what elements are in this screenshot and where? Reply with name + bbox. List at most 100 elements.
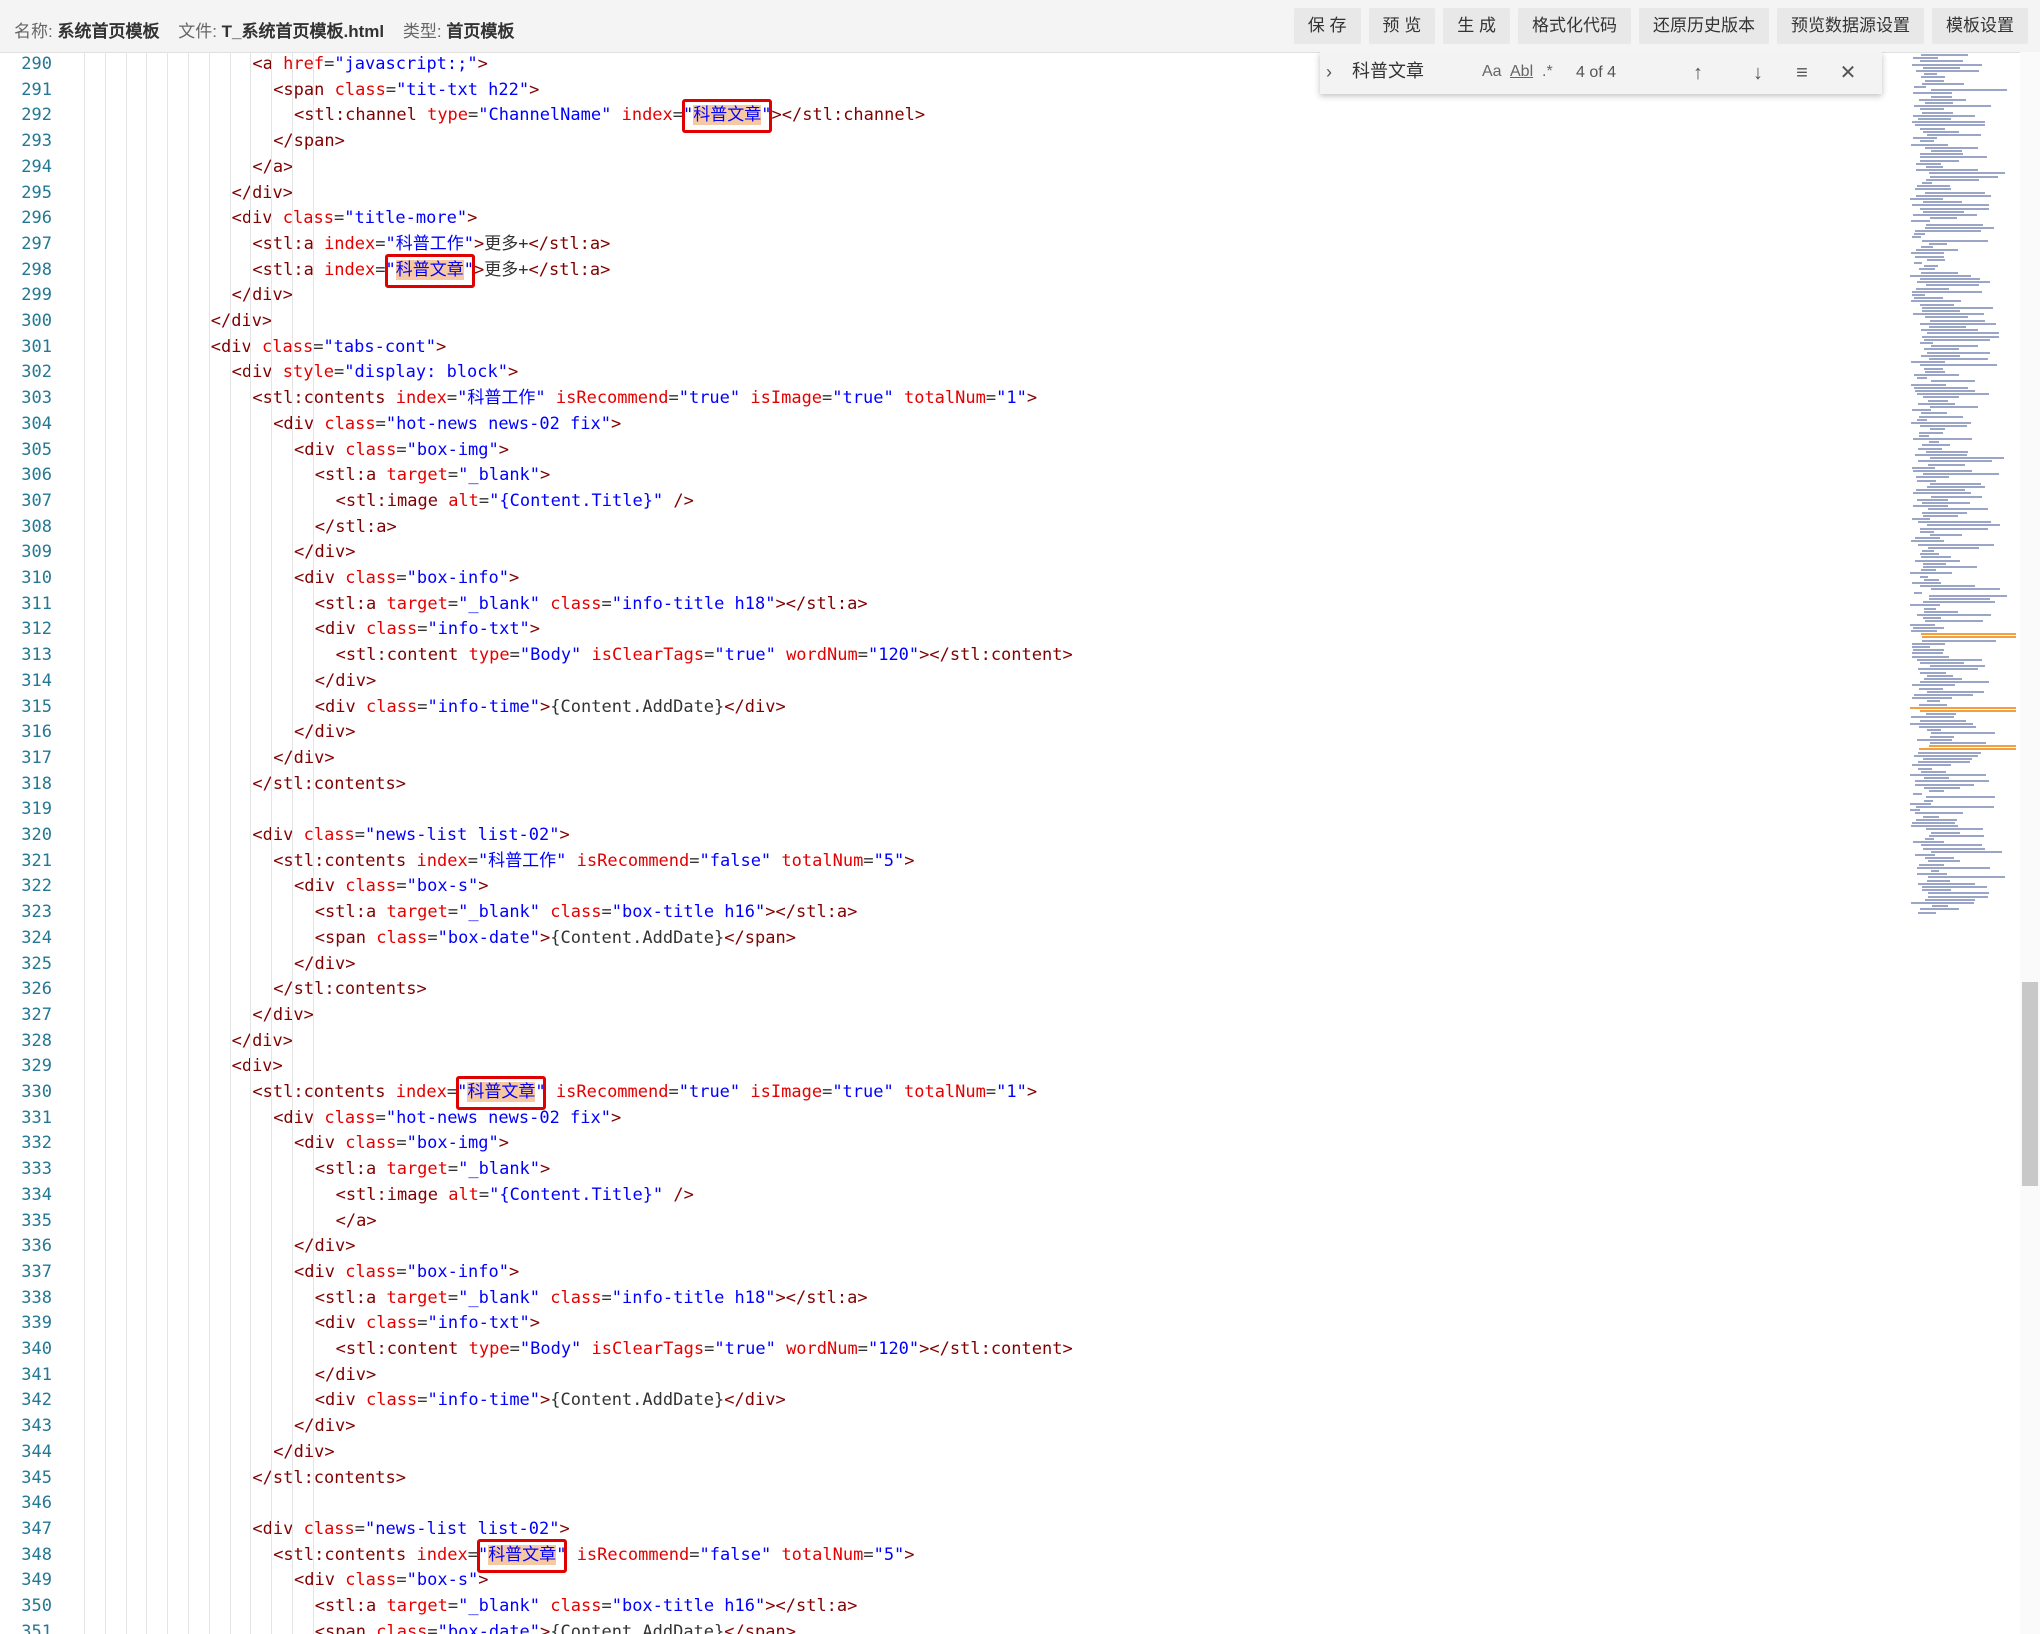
indent-guide (167, 52, 169, 1634)
minimap-line (1921, 246, 1933, 248)
top-bar: 名称: 系统首页模板 文件: T_系统首页模板.html 类型: 首页模板 保 … (0, 0, 2040, 53)
type-value: 首页模板 (446, 22, 515, 41)
minimap-line (1911, 902, 1974, 904)
minimap-line (1929, 790, 1944, 792)
save-button[interactable]: 保 存 (1293, 8, 1361, 44)
code-line: <stl:contents index="科普工作" isRecommend="… (252, 388, 1038, 409)
minimap-line (1922, 111, 1953, 114)
line-number: 297 (21, 233, 52, 254)
minimap-line (1930, 665, 1985, 668)
name-label: 名称: (14, 22, 53, 41)
minimap-line (1925, 316, 1968, 319)
preview-button[interactable]: 预 览 (1368, 8, 1436, 44)
line-number: 296 (21, 208, 52, 229)
minimap-line (1910, 198, 1943, 200)
vertical-scrollbar[interactable] (2020, 52, 2040, 1634)
minimap-line (1922, 511, 1967, 514)
minimap-line (1923, 758, 1972, 760)
restore-history-button[interactable]: 还原历史版本 (1639, 8, 1769, 44)
minimap-line (1912, 646, 1930, 648)
minimap-line (1924, 610, 1958, 613)
minimap-line (1914, 233, 1925, 236)
code-line: <stl:a target="_blank"> (314, 465, 551, 486)
minimap-line (1920, 207, 1989, 210)
toolbar: 保 存 预 览 生 成 格式化代码 还原历史版本 预览数据源设置 模板设置 (1286, 8, 2028, 44)
code-line: <div class="box-s"> (294, 1570, 489, 1591)
arrow-up-icon[interactable]: ↑ (1684, 58, 1712, 88)
minimap-line (1911, 361, 1945, 364)
annotation-highlight-box (456, 1076, 547, 1110)
generate-button[interactable]: 生 成 (1443, 8, 1510, 44)
minimap-line (1921, 844, 1982, 847)
indent-guide (271, 52, 273, 1634)
toggle-replace-icon[interactable]: › (1326, 62, 1332, 83)
minimap-line (1922, 310, 1960, 312)
code-line: <a href="javascript:;"> (252, 54, 488, 74)
minimap-line (1918, 668, 1978, 671)
minimap-line (1929, 326, 1966, 328)
minimap-line (1917, 866, 1990, 869)
minimap-line (1921, 770, 1946, 773)
code-line: </a> (335, 1210, 377, 1231)
format-code-button[interactable]: 格式化代码 (1518, 8, 1631, 44)
minimap-line (1920, 908, 1959, 911)
minimap-line (1913, 313, 1984, 316)
minimap-line (1912, 290, 1982, 293)
minimap-line (1925, 102, 1953, 104)
code-line: <stl:a target="_blank" class="box-title … (314, 902, 858, 923)
minimap-line (1931, 495, 1982, 498)
line-number: 323 (21, 902, 52, 923)
minimap-line (1930, 735, 1954, 738)
minimap-line (1912, 294, 1925, 296)
minimap-line (1919, 431, 1943, 434)
preview-datasource-settings-button[interactable]: 预览数据源设置 (1777, 8, 1924, 44)
code-line: <stl:content type="Body" isClearTags="tr… (335, 1339, 1073, 1359)
minimap-line (1914, 694, 1973, 696)
close-icon[interactable]: ✕ (1834, 58, 1862, 88)
line-number: 343 (21, 1416, 52, 1437)
indent-guide (229, 52, 231, 1634)
minimap-line (1930, 175, 1998, 178)
minimap-line (1916, 249, 1958, 252)
line-number: 302 (21, 362, 52, 383)
minimap-line (1925, 226, 1994, 229)
minimap-line (1927, 332, 1999, 335)
code-line: <span class="box-date">{Content.AddDate}… (314, 927, 796, 948)
minimap-line (1913, 626, 1944, 629)
line-number: 328 (21, 1030, 52, 1051)
minimap-line (1910, 809, 1920, 812)
minimap-line (1922, 550, 1934, 552)
minimap-line (1923, 473, 1999, 476)
code-line: <stl:a target="_blank" class="info-title… (314, 593, 868, 614)
code-editor[interactable]: 290 291 292 293 294 295 296 297 298 299 300 301 302 3… (0, 52, 2040, 1634)
file-label: 文件: (178, 22, 217, 41)
minimap-line (1920, 553, 1939, 556)
minimap-line (1931, 870, 1939, 872)
find-in-selection-icon[interactable]: ≡ (1788, 58, 1816, 88)
scrollbar-thumb[interactable] (2022, 982, 2038, 1186)
minimap-line (1918, 447, 1942, 450)
template-settings-button[interactable]: 模板设置 (1932, 8, 2028, 44)
minimap-line (1922, 639, 1996, 642)
code-line: </stl:contents> (252, 1467, 406, 1488)
minimap[interactable] (1906, 52, 2020, 1634)
regex-icon[interactable]: .* (1542, 63, 1553, 81)
minimap-line (1912, 204, 1989, 207)
arrow-down-icon[interactable]: ↓ (1744, 58, 1772, 88)
line-number: 301 (21, 336, 52, 357)
minimap-line (1912, 582, 1941, 584)
whole-word-icon[interactable]: Abl (1510, 63, 1533, 81)
minimap-line (1917, 658, 1982, 661)
minimap-line (1912, 121, 1985, 124)
minimap-line (1924, 678, 1962, 680)
minimap-line (1927, 700, 1940, 703)
minimap-line (1927, 879, 1950, 882)
code-line: </div> (314, 1364, 377, 1385)
minimap-line (1915, 783, 1974, 786)
minimap-line (1921, 569, 1936, 572)
minimap-line (1931, 732, 1995, 735)
minimap-line (1920, 575, 1928, 578)
match-case-icon[interactable]: Aa (1482, 63, 1502, 81)
minimap-line (1916, 476, 1949, 479)
minimap-line (1920, 662, 1964, 664)
